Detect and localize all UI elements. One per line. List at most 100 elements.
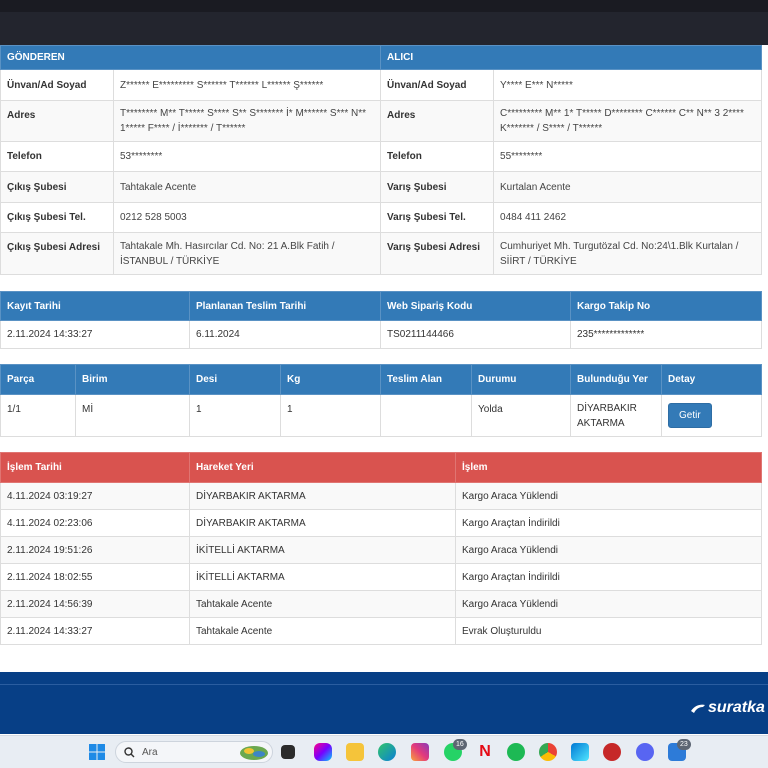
search-placeholder: Ara	[142, 747, 158, 758]
party-row: Telefon 53******** Telefon 55********	[0, 141, 763, 172]
history-action: Kargo Araçtan İndirildi	[455, 563, 762, 591]
store-icon[interactable]	[571, 743, 589, 761]
logo-swoosh-icon	[691, 704, 705, 713]
history-date: 2.11.2024 14:56:39	[0, 590, 190, 618]
party-label: Ünvan/Ad Soyad	[380, 69, 495, 101]
search-icon	[124, 747, 135, 758]
history-date: 4.11.2024 02:23:06	[0, 509, 190, 537]
party-value: Kurtalan Acente	[493, 171, 763, 203]
piece-header: Bulunduğu Yer	[570, 364, 662, 395]
history-header: İşlem Tarihi	[0, 452, 190, 483]
history-action: Kargo Araçtan İndirildi	[455, 509, 762, 537]
party-label: Varış Şubesi Adresi	[380, 232, 495, 275]
getir-button[interactable]: Getir	[668, 403, 712, 428]
piece-status: Yolda	[471, 394, 571, 437]
party-value: Z****** E********* S****** T****** L****…	[112, 69, 382, 101]
piece-unit: Mİ	[75, 394, 190, 437]
piece-count: 1/1	[0, 394, 76, 437]
netflix-icon[interactable]: N	[476, 743, 494, 761]
party-value: Cumhuriyet Mh. Turgutözal Cd. No:24\1.Bl…	[493, 232, 763, 275]
history-action: Evrak Oluşturuldu	[455, 617, 762, 645]
order-header: Kargo Takip No	[570, 291, 762, 321]
piece-desi: 1	[189, 394, 281, 437]
history-row: 4.11.2024 02:23:06 DİYARBAKIR AKTARMA Ka…	[0, 509, 762, 537]
piece-header: Parça	[0, 364, 76, 395]
edge-icon[interactable]	[378, 743, 396, 761]
history-location: DİYARBAKIR AKTARMA	[189, 482, 456, 510]
history-row: 2.11.2024 14:33:27 Tahtakale Acente Evra…	[0, 617, 762, 645]
party-row: Çıkış Şubesi Adresi Tahtakale Mh. Hasırc…	[0, 232, 763, 275]
piece-header: Birim	[75, 364, 190, 395]
history-row: 2.11.2024 19:51:26 İKİTELLİ AKTARMA Karg…	[0, 536, 762, 564]
party-label: Adres	[380, 100, 495, 142]
receiver-header: ALICI	[380, 45, 763, 70]
order-header: Kayıt Tarihi	[0, 291, 190, 321]
spotify-icon[interactable]	[507, 743, 525, 761]
party-table: GÖNDEREN ALICI Ünvan/Ad Soyad Z****** E*…	[0, 45, 763, 275]
history-row: 4.11.2024 03:19:27 DİYARBAKIR AKTARMA Ka…	[0, 482, 762, 510]
browser-top-stripe	[0, 0, 768, 12]
piece-header: Durumu	[471, 364, 571, 395]
party-value: T******** M** T***** S**** S** S******* …	[112, 100, 382, 142]
history-action: Kargo Araca Yüklendi	[455, 590, 762, 618]
party-label: Adres	[0, 100, 114, 142]
history-location: Tahtakale Acente	[189, 590, 456, 618]
chrome-icon[interactable]	[539, 743, 557, 761]
party-label: Çıkış Şubesi Adresi	[0, 232, 114, 275]
task-view-icon[interactable]	[281, 745, 295, 759]
party-value: 0212 528 5003	[112, 202, 382, 233]
party-row: Adres T******** M** T***** S**** S** S**…	[0, 100, 763, 142]
party-row: Ünvan/Ad Soyad Z****** E********* S*****…	[0, 69, 763, 101]
piece-header: Desi	[189, 364, 281, 395]
piece-location: DİYARBAKIR AKTARMA	[570, 394, 662, 437]
history-row: 2.11.2024 14:56:39 Tahtakale Acente Karg…	[0, 590, 762, 618]
taskbar-search[interactable]: Ara	[115, 741, 273, 763]
party-value: 55********	[493, 141, 763, 172]
piece-header: Teslim Alan	[380, 364, 472, 395]
order-table: Kayıt Tarihi Planlanan Teslim Tarihi Web…	[0, 291, 762, 349]
copilot-icon[interactable]	[314, 743, 332, 761]
party-label: Varış Şubesi Tel.	[380, 202, 495, 233]
party-value: C********* M** 1* T***** D******** C****…	[493, 100, 763, 142]
order-header: Web Sipariş Kodu	[380, 291, 571, 321]
footer-divider	[0, 684, 768, 685]
history-action: Kargo Araca Yüklendi	[455, 536, 762, 564]
piece-header: Kg	[280, 364, 381, 395]
notification-badge: 23	[677, 739, 691, 750]
history-location: İKİTELLİ AKTARMA	[189, 536, 456, 564]
instagram-icon[interactable]	[411, 743, 429, 761]
party-row: Çıkış Şubesi Tahtakale Acente Varış Şube…	[0, 171, 763, 203]
history-location: İKİTELLİ AKTARMA	[189, 563, 456, 591]
party-label: Çıkış Şubesi	[0, 171, 114, 203]
history-table: İşlem Tarihi Hareket Yeri İşlem 4.11.202…	[0, 452, 762, 645]
discord-icon[interactable]	[636, 743, 654, 761]
history-header: İşlem	[455, 452, 762, 483]
party-label: Telefon	[380, 141, 495, 172]
registration-date: 2.11.2024 14:33:27	[0, 320, 190, 349]
party-value: Y**** E*** N*****	[493, 69, 763, 101]
history-action: Kargo Araca Yüklendi	[455, 482, 762, 510]
whatsapp-badge: 16	[453, 739, 467, 750]
windows-start-icon[interactable]	[88, 743, 106, 761]
party-value: 53********	[112, 141, 382, 172]
history-header: Hareket Yeri	[189, 452, 456, 483]
file-explorer-icon[interactable]	[346, 743, 364, 761]
party-label: Varış Şubesi	[380, 171, 495, 203]
sender-header: GÖNDEREN	[0, 45, 382, 70]
footer-logo[interactable]: suratka	[708, 699, 765, 717]
piece-receiver	[380, 394, 472, 437]
party-label: Telefon	[0, 141, 114, 172]
party-row: Çıkış Şubesi Tel. 0212 528 5003 Varış Şu…	[0, 202, 763, 233]
party-value: Tahtakale Mh. Hasırcılar Cd. No: 21 A.Bl…	[112, 232, 382, 275]
history-row: 2.11.2024 18:02:55 İKİTELLİ AKTARMA Karg…	[0, 563, 762, 591]
order-row: 2.11.2024 14:33:27 6.11.2024 TS021114446…	[0, 320, 762, 349]
browser-top-bar	[0, 0, 768, 45]
party-value: 0484 411 2462	[493, 202, 763, 233]
piece-table: Parça Birim Desi Kg Teslim Alan Durumu B…	[0, 364, 762, 437]
app-icon[interactable]	[603, 743, 621, 761]
history-location: Tahtakale Acente	[189, 617, 456, 645]
site-footer: suratka	[0, 672, 768, 734]
party-label: Ünvan/Ad Soyad	[0, 69, 114, 101]
history-date: 2.11.2024 14:33:27	[0, 617, 190, 645]
order-header: Planlanan Teslim Tarihi	[189, 291, 381, 321]
